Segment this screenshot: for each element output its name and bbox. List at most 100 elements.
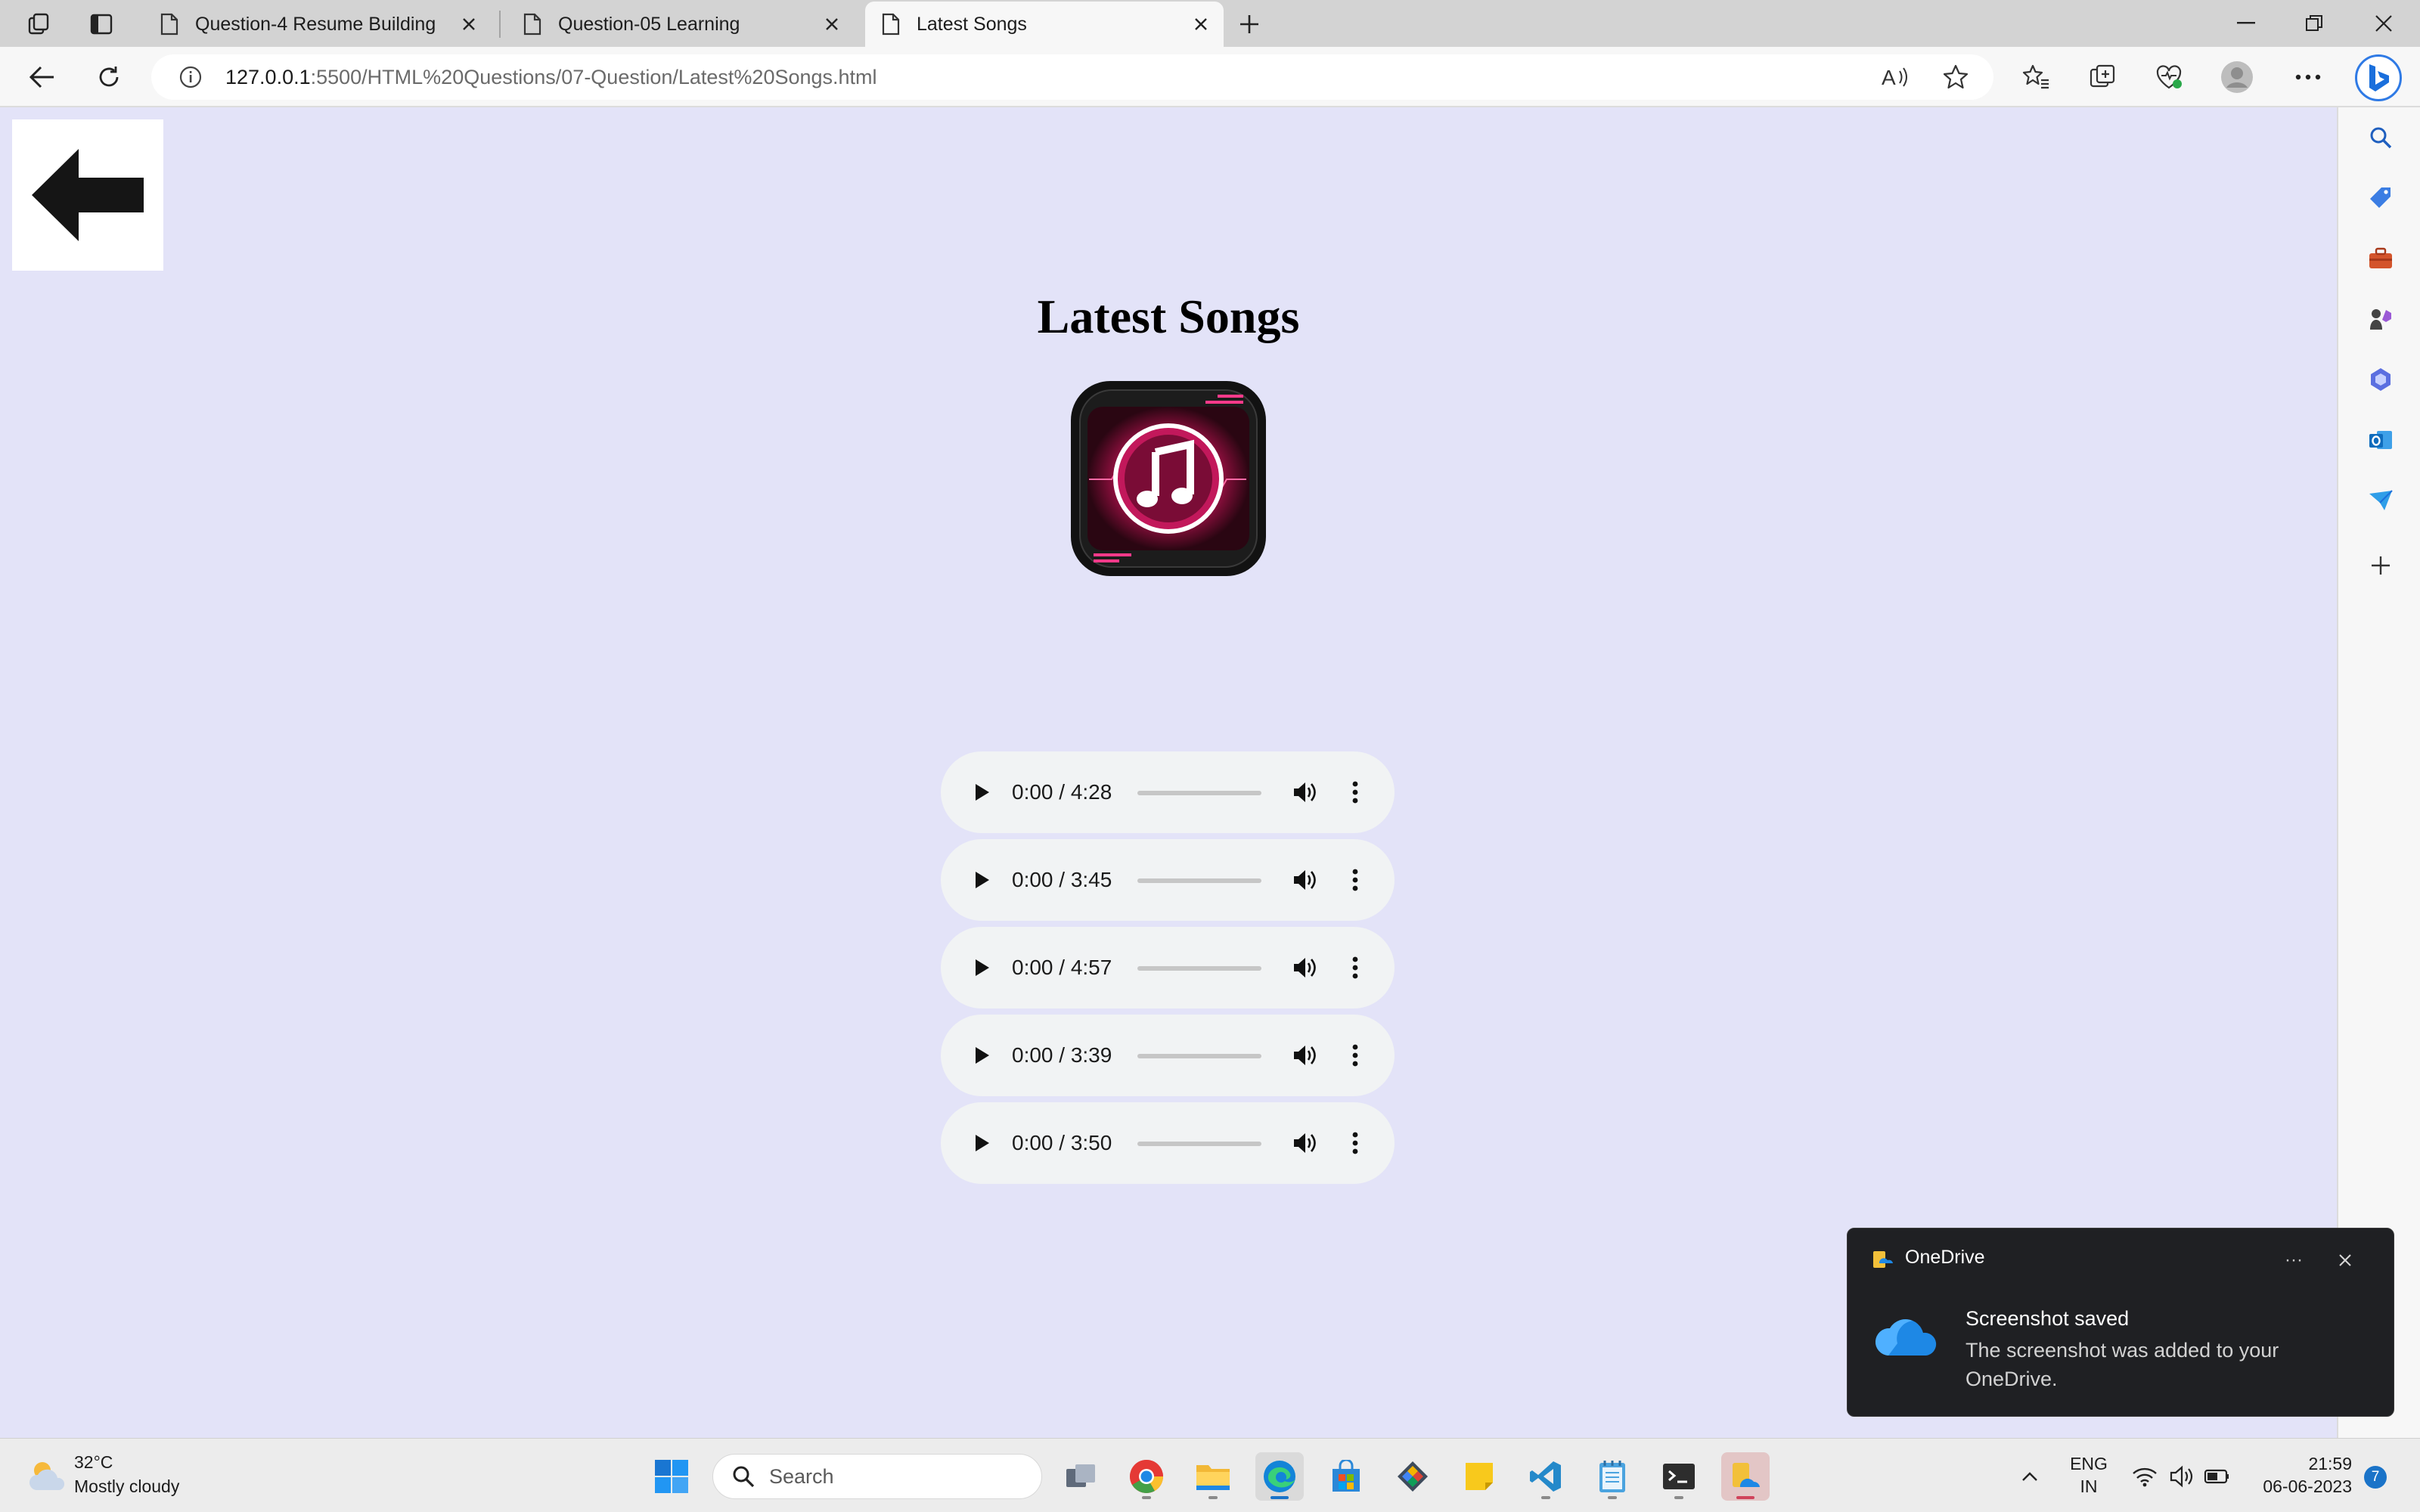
tab-question-4[interactable]: Question-4 Resume Building [144,2,492,47]
microsoft-store-icon[interactable] [1322,1452,1370,1501]
edge-browser-icon[interactable] [1255,1452,1304,1501]
collections-icon[interactable] [2086,60,2119,94]
tab-question-05[interactable]: Question-05 Learning [507,2,855,47]
search-icon[interactable] [2364,121,2397,154]
url-path: :5500/HTML%20Questions/07-Question/Lates… [310,65,877,88]
toast-heading: Screenshot saved [1965,1307,2130,1330]
address-bar[interactable]: 127.0.0.1:5500/HTML%20Questions/07-Quest… [151,54,1993,100]
volume-icon[interactable] [1290,777,1320,807]
favorite-star-icon[interactable] [1939,60,1972,94]
audio-player[interactable]: 0:00 / 4:28 [941,751,1395,833]
play-icon[interactable] [966,777,997,807]
weather-cloudy-icon[interactable] [26,1458,68,1493]
tab-label: Question-05 Learning [558,13,740,35]
running-indicator [1270,1496,1289,1499]
volume-icon[interactable] [1290,953,1320,983]
close-icon[interactable] [2330,1245,2360,1275]
back-link[interactable] [12,119,163,271]
snipping-onedrive-icon[interactable] [1721,1452,1770,1501]
clock-time: 21:59 [2308,1454,2352,1473]
running-indicator [1608,1496,1617,1499]
send-icon[interactable] [2364,484,2397,517]
chevron-up-icon[interactable] [2015,1461,2045,1492]
bing-copilot-icon[interactable] [2355,54,2402,101]
games-icon[interactable] [2364,302,2397,336]
audio-player[interactable]: 0:00 / 3:45 [941,839,1395,921]
seek-slider[interactable] [1137,1054,1261,1058]
play-icon[interactable] [966,953,997,983]
outlook-icon[interactable] [2364,423,2397,457]
volume-icon[interactable] [1290,1040,1320,1070]
seek-slider[interactable] [1137,966,1261,971]
weather-temperature[interactable]: 32°C [74,1452,113,1473]
seek-slider[interactable] [1137,791,1261,795]
running-indicator [1142,1496,1151,1499]
weather-description[interactable]: Mostly cloudy [74,1476,179,1497]
back-arrow-icon[interactable] [26,60,59,94]
volume-icon[interactable] [1290,865,1320,895]
read-aloud-icon[interactable]: A [1879,60,1912,94]
battery-icon[interactable] [2202,1461,2232,1492]
taskbar-search-box[interactable]: Search [712,1454,1042,1499]
more-options-icon[interactable] [1340,777,1370,807]
task-view-icon[interactable] [1057,1452,1106,1501]
volume-icon[interactable] [2167,1461,2198,1492]
tab-latest-songs[interactable]: Latest Songs [865,2,1224,47]
tools-briefcase-icon[interactable] [2364,242,2397,275]
close-tab-icon[interactable] [1186,9,1216,39]
onedrive-toast[interactable]: OneDrive ··· Screenshot saved The screen… [1847,1228,2394,1417]
profile-avatar[interactable] [2220,60,2254,94]
url-text[interactable]: 127.0.0.1:5500/HTML%20Questions/07-Quest… [225,66,877,89]
search-placeholder: Search [769,1464,834,1488]
settings-more-icon[interactable] [2291,60,2325,94]
more-options-icon[interactable] [1340,1040,1370,1070]
url-host: 127.0.0.1 [225,65,311,88]
refresh-icon[interactable] [92,60,126,94]
vscode-icon[interactable] [1522,1452,1570,1501]
git-kraken-icon[interactable] [1388,1452,1437,1501]
close-tab-icon[interactable] [817,9,847,39]
windows-start-icon[interactable] [653,1458,690,1495]
onedrive-app-icon [1873,1251,1893,1268]
vertical-tabs-icon[interactable] [86,9,116,39]
volume-icon[interactable] [1290,1128,1320,1158]
more-options-icon[interactable] [1340,953,1370,983]
play-icon[interactable] [966,1040,997,1070]
taskbar: 32°C Mostly cloudy Search ENG IN 21:59 0… [0,1438,2420,1512]
audio-player[interactable]: 0:00 / 4:57 [941,927,1395,1009]
minimize-icon[interactable] [2223,6,2269,41]
browser-essentials-icon[interactable] [2152,60,2186,94]
site-info-icon[interactable] [174,60,207,94]
sticky-notes-icon[interactable] [1455,1452,1503,1501]
more-options-icon[interactable] [1340,1128,1370,1158]
workspaces-icon[interactable] [24,9,54,39]
new-tab-icon[interactable] [1234,9,1264,39]
seek-slider[interactable] [1137,1142,1261,1146]
restore-icon[interactable] [2291,6,2337,41]
language-indicator[interactable]: ENG IN [2066,1452,2111,1498]
music-app-logo [1069,380,1267,578]
shopping-tag-icon[interactable] [2364,181,2397,215]
more-options-icon[interactable]: ··· [2279,1245,2309,1275]
page-icon [876,9,906,39]
favorites-icon[interactable] [2019,60,2052,94]
system-clock[interactable]: 21:59 06-06-2023 [2238,1452,2352,1498]
chrome-icon[interactable] [1122,1452,1171,1501]
play-icon[interactable] [966,865,997,895]
close-window-icon[interactable] [2361,6,2406,41]
file-explorer-icon[interactable] [1189,1452,1237,1501]
microsoft-365-icon[interactable] [2364,363,2397,396]
seek-slider[interactable] [1137,878,1261,883]
audio-player[interactable]: 0:00 / 3:39 [941,1015,1395,1096]
close-tab-icon[interactable] [454,9,484,39]
play-icon[interactable] [966,1128,997,1158]
more-options-icon[interactable] [1340,865,1370,895]
wifi-icon[interactable] [2130,1461,2160,1492]
add-icon[interactable] [2364,549,2397,582]
audio-player[interactable]: 0:00 / 3:50 [941,1102,1395,1184]
language-code: ENG [2070,1454,2108,1473]
notepad-icon[interactable] [1588,1452,1637,1501]
terminal-icon[interactable] [1655,1452,1703,1501]
search-icon [728,1461,759,1492]
notification-count-badge[interactable]: 7 [2364,1466,2387,1489]
